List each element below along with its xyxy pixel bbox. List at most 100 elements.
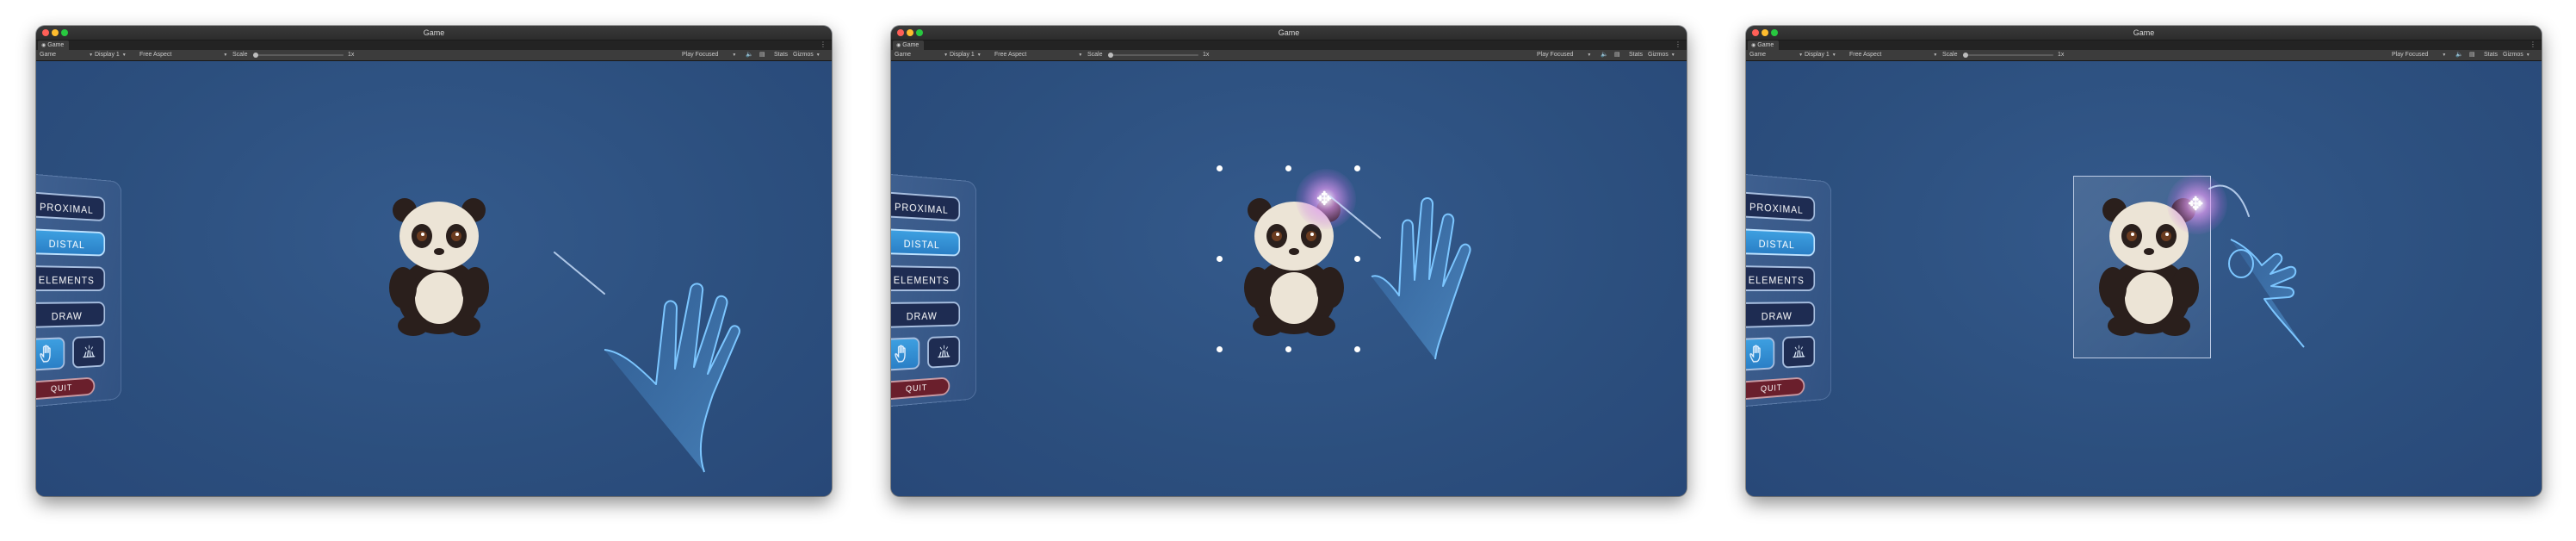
layout-icon[interactable]: ▤ — [1614, 50, 1620, 60]
elements-button[interactable]: ELEMENTS — [891, 265, 961, 291]
draw-button[interactable]: DRAW — [36, 302, 106, 328]
more-options-icon[interactable]: ⋮ — [820, 40, 827, 49]
ray-mode-button[interactable] — [72, 335, 106, 369]
bounds-handle[interactable] — [1354, 256, 1360, 262]
caret-down-icon: ▼ — [1799, 53, 1804, 58]
pinching-hand-model — [2228, 239, 2305, 348]
window-title: Game — [1278, 28, 1300, 37]
bounds-handle[interactable] — [1217, 346, 1223, 352]
play-mode-dropdown[interactable]: Play Focused ▼ — [682, 50, 736, 60]
dropdown-label: Play Focused — [2392, 52, 2429, 58]
draw-button[interactable]: DRAW — [1746, 302, 1816, 328]
bounds-handle[interactable] — [1217, 256, 1223, 262]
scale-slider[interactable] — [253, 54, 344, 56]
move-arrows-icon: ✥ — [2188, 193, 2204, 215]
dropdown-label: Display 1 — [95, 52, 120, 58]
display-dropdown[interactable]: Display 1 ▼ — [1805, 50, 1836, 60]
dropdown-label: Display 1 — [950, 52, 975, 58]
scale-slider-knob[interactable] — [253, 53, 258, 58]
bounds-handle[interactable] — [1354, 346, 1360, 352]
layout-icon[interactable]: ▤ — [2469, 50, 2475, 60]
dropdown-label: Free Aspect — [1849, 52, 1882, 58]
proximal-button[interactable]: PROXIMAL — [891, 191, 961, 222]
titlebar: Game — [1746, 26, 2542, 40]
caret-down-icon: ▼ — [1078, 53, 1083, 58]
scale-slider-knob[interactable] — [1963, 53, 1968, 58]
tab-game[interactable]: ◉ Game — [38, 40, 70, 50]
quit-button[interactable]: QUIT — [36, 376, 96, 401]
dropdown-label: Game — [40, 52, 57, 58]
more-options-icon[interactable]: ⋮ — [2530, 40, 2536, 49]
aspect-dropdown[interactable]: Free Aspect ▼ — [139, 50, 227, 60]
bounds-handle[interactable] — [1285, 346, 1291, 352]
game-view-dropdown[interactable]: Game ▼ — [895, 50, 948, 60]
caret-down-icon: ▼ — [1587, 53, 1592, 58]
distal-button[interactable]: DISTAL — [891, 228, 961, 257]
bounds-handle[interactable] — [1217, 165, 1223, 171]
hand-mode-button[interactable] — [891, 337, 920, 371]
dropdown-label: Game — [1749, 52, 1767, 58]
aspect-dropdown[interactable]: Free Aspect ▼ — [994, 50, 1082, 60]
bounds-handle[interactable] — [1285, 165, 1291, 171]
layout-icon[interactable]: ▤ — [759, 50, 765, 60]
proximal-button[interactable]: PROXIMAL — [36, 191, 106, 222]
interaction-menu-panel: PROXIMAL DISTAL ELEMENTS DRAW QUIT — [1746, 173, 1832, 407]
ray-mode-button[interactable] — [927, 335, 961, 369]
quit-button[interactable]: QUIT — [891, 376, 951, 401]
scale-slider[interactable] — [1963, 54, 2053, 56]
more-options-icon[interactable]: ⋮ — [1675, 40, 1681, 49]
quit-button[interactable]: QUIT — [1746, 376, 1805, 401]
draw-button[interactable]: DRAW — [891, 302, 961, 328]
play-mode-dropdown[interactable]: Play Focused ▼ — [1537, 50, 1591, 60]
hand-mode-button[interactable] — [1746, 337, 1775, 371]
tab-game[interactable]: ◉ Game — [1748, 40, 1780, 50]
gizmos-dropdown[interactable]: Gizmos ▼ — [2503, 50, 2530, 60]
right-hand-model — [1371, 197, 1471, 360]
scale-label: Scale — [1087, 52, 1103, 58]
game-view-dropdown[interactable]: Game ▼ — [40, 50, 93, 60]
interaction-menu-panel: PROXIMAL DISTAL ELEMENTS DRAW QUIT — [891, 173, 977, 407]
dropdown-label: Gizmos — [793, 52, 814, 58]
panda-model[interactable] — [379, 186, 499, 341]
scale-value: 1x — [2058, 52, 2065, 58]
game-view-dropdown[interactable]: Game ▼ — [1749, 50, 1803, 60]
ray-mode-button[interactable] — [1782, 335, 1816, 369]
scale-slider-knob[interactable] — [1108, 53, 1113, 58]
elements-button[interactable]: ELEMENTS — [36, 265, 106, 291]
display-dropdown[interactable]: Display 1 ▼ — [95, 50, 127, 60]
speaker-icon[interactable]: 🔈 — [746, 50, 753, 60]
tab-bar: ◉ Game ⋮ — [36, 40, 832, 50]
scale-slider[interactable] — [1108, 54, 1198, 56]
game-viewport[interactable]: PROXIMAL DISTAL ELEMENTS DRAW QUIT — [1746, 61, 2542, 496]
dropdown-label: Display 1 — [1805, 52, 1830, 58]
caret-down-icon: ▼ — [2525, 53, 2530, 58]
elements-button[interactable]: ELEMENTS — [1746, 265, 1816, 291]
window-title: Game — [423, 28, 445, 37]
distal-button[interactable]: DISTAL — [1746, 228, 1816, 257]
game-viewport[interactable]: PROXIMAL DISTAL ELEMENTS DRAW QUIT — [891, 61, 1687, 496]
caret-down-icon: ▼ — [732, 53, 737, 58]
tab-label: Game — [902, 42, 920, 48]
bounds-handle[interactable] — [1354, 165, 1360, 171]
speaker-icon[interactable]: 🔈 — [2455, 50, 2463, 60]
pointer-ray — [554, 252, 605, 295]
display-dropdown[interactable]: Display 1 ▼ — [950, 50, 981, 60]
game-toolbar: Game ▼ Display 1 ▼ Free Aspect ▼ Scale 1x P… — [36, 50, 832, 61]
aspect-dropdown[interactable]: Free Aspect ▼ — [1849, 50, 1937, 60]
hand-icon — [38, 344, 57, 365]
hand-icon — [893, 344, 912, 365]
distal-button[interactable]: DISTAL — [36, 228, 106, 257]
dropdown-label: Play Focused — [682, 52, 719, 58]
stats-button[interactable]: Stats — [2484, 50, 2498, 60]
gizmos-dropdown[interactable]: Gizmos ▼ — [1648, 50, 1675, 60]
stats-button[interactable]: Stats — [1629, 50, 1643, 60]
hand-mode-button[interactable] — [36, 337, 65, 371]
proximal-button[interactable]: PROXIMAL — [1746, 191, 1816, 222]
game-viewport[interactable]: PROXIMAL DISTAL ELEMENTS DRAW QUIT — [36, 61, 832, 496]
tab-game[interactable]: ◉ Game — [893, 40, 925, 50]
stats-button[interactable]: Stats — [774, 50, 788, 60]
gizmos-dropdown[interactable]: Gizmos ▼ — [793, 50, 820, 60]
interaction-menu-panel: PROXIMAL DISTAL ELEMENTS DRAW QUIT — [36, 173, 122, 407]
play-mode-dropdown[interactable]: Play Focused ▼ — [2392, 50, 2446, 60]
speaker-icon[interactable]: 🔈 — [1601, 50, 1608, 60]
